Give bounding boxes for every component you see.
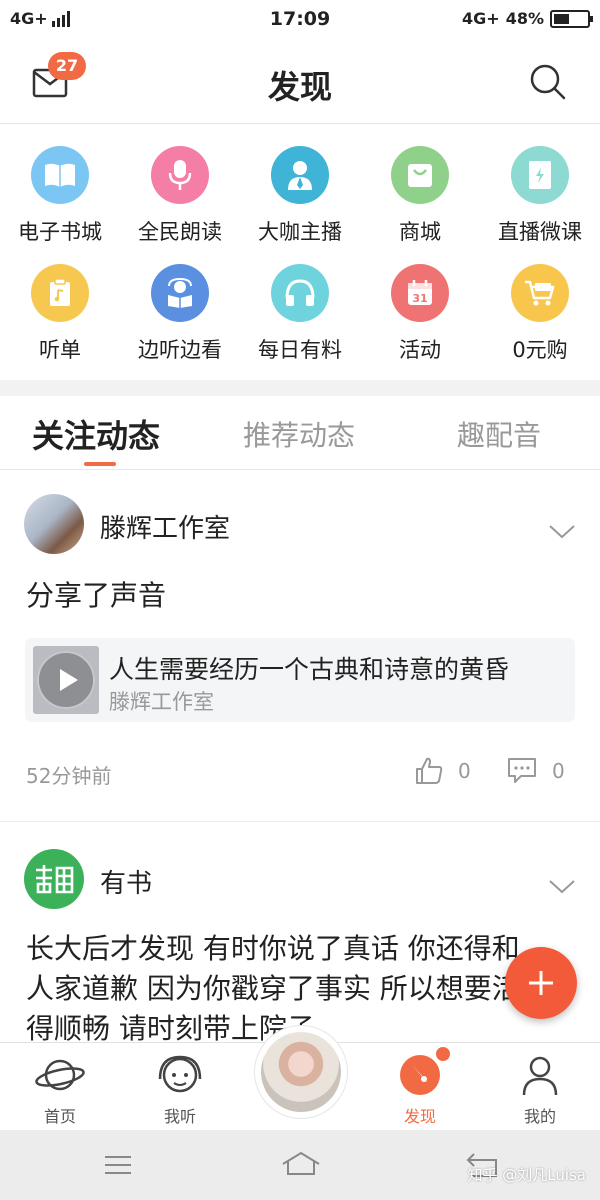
author-name[interactable]: 有书	[100, 863, 152, 900]
post-timestamp: 52分钟前	[26, 764, 112, 788]
watermark: 知乎 @刘凡Luisa	[467, 1166, 586, 1184]
comment-icon	[508, 758, 536, 783]
feature-label: 每日有料	[258, 338, 342, 362]
active-tab-indicator	[84, 462, 116, 466]
user-icon	[522, 1056, 558, 1096]
nav-label: 我听	[163, 1107, 196, 1126]
feature-listen-and-watch[interactable]: 边听边看	[120, 258, 240, 376]
feature-ebook-store[interactable]: 电子书城	[0, 140, 120, 258]
feature-label: 边听边看	[138, 338, 222, 362]
tab-fun-dubbing[interactable]: 趣配音	[457, 414, 541, 454]
youshu-logo[interactable]	[24, 849, 84, 909]
feature-daily-picks[interactable]: 每日有料	[240, 258, 360, 376]
shopping-bag-icon	[391, 146, 449, 204]
network-type-right: 4G+	[462, 9, 500, 28]
listen-face-icon	[158, 1055, 202, 1093]
menu-icon[interactable]	[103, 1154, 133, 1176]
feature-events[interactable]: 31 活动	[360, 258, 480, 376]
live-class-icon	[511, 146, 569, 204]
page-title: 发现	[267, 68, 332, 106]
shared-audio-card[interactable]: 人生需要经历一个古典和诗意的黄昏 滕辉工作室	[25, 638, 575, 722]
nav-profile[interactable]: 我的	[480, 1053, 600, 1127]
author-name[interactable]: 滕辉工作室	[100, 508, 230, 545]
book-icon	[31, 146, 89, 204]
nav-label: 首页	[43, 1107, 76, 1126]
playlist-icon	[31, 264, 89, 322]
section-divider	[0, 380, 600, 396]
free-cart-icon	[511, 264, 569, 322]
feature-playlist[interactable]: 听单	[0, 258, 120, 376]
battery-fill	[554, 13, 569, 24]
youshu-logo-mark	[36, 865, 74, 894]
feature-label: 0元购	[512, 338, 568, 362]
feature-label: 大咖主播	[258, 220, 342, 244]
post-text: 分享了声音	[26, 579, 167, 612]
feed-tabs: 关注动态 推荐动态 趣配音	[0, 396, 600, 470]
post-text-line: 长大后才发现 有时你说了真话 你还得和	[26, 932, 520, 965]
feature-mall[interactable]: 商城	[360, 140, 480, 258]
battery-icon	[550, 9, 593, 28]
svg-text:31: 31	[412, 292, 427, 305]
discover-compass-icon	[400, 1055, 440, 1095]
create-post-button[interactable]	[505, 947, 577, 1019]
audio-author: 滕辉工作室	[109, 690, 214, 714]
thumbs-up-icon	[416, 757, 443, 784]
nav-label: 发现	[403, 1107, 436, 1126]
calendar-icon: 31	[391, 264, 449, 322]
microphone-icon	[151, 146, 209, 204]
discover-notification-dot	[436, 1047, 450, 1061]
comment-button[interactable]: 0	[506, 756, 565, 786]
play-icon[interactable]	[36, 650, 96, 710]
comment-count: 0	[552, 759, 565, 783]
battery-percent: 48%	[505, 9, 544, 28]
nav-label: 我的	[523, 1107, 556, 1126]
tab-following[interactable]: 关注动态	[32, 411, 160, 457]
avatar[interactable]	[24, 494, 84, 554]
feature-label: 电子书城	[18, 220, 102, 244]
post-text-line: 人家道歉 因为你戳穿了事实 所以想要活	[26, 972, 520, 1005]
chevron-down-icon[interactable]	[548, 524, 576, 540]
feature-label: 全民朗读	[138, 220, 222, 244]
feature-star-anchors[interactable]: 大咖主播	[240, 140, 360, 258]
now-playing-cover	[261, 1032, 341, 1112]
status-bar: 4G+ 17:09 4G+ 48%	[0, 0, 600, 40]
feed-post: 滕辉工作室 分享了声音 人生需要经历一个古典和诗意的黄昏 滕辉工作室 52分钟前…	[0, 470, 600, 822]
top-header: 27 发现	[0, 40, 600, 124]
bottom-navigation: 首页 我听 发现 我的	[0, 1025, 600, 1130]
plus-icon	[529, 971, 553, 995]
audio-title: 人生需要经历一个古典和诗意的黄昏	[109, 655, 510, 684]
now-playing-disc-button[interactable]	[254, 1025, 348, 1119]
feature-live-class[interactable]: 直播微课	[480, 140, 600, 258]
reading-person-icon	[151, 264, 209, 322]
headphones-icon	[271, 264, 329, 322]
like-button[interactable]: 0	[414, 756, 471, 786]
system-navigation-bar: 知乎 @刘凡Luisa	[0, 1130, 600, 1200]
chevron-down-icon[interactable]	[548, 879, 576, 895]
tab-recommended[interactable]: 推荐动态	[243, 414, 355, 454]
feature-label: 听单	[39, 338, 81, 362]
planet-icon	[35, 1059, 85, 1091]
feature-grid: 电子书城 全民朗读 大咖主播 商城 直播微课 听单 边听边看 每日有料 31 活…	[0, 140, 600, 380]
feature-label: 商城	[399, 220, 441, 244]
nav-home[interactable]: 首页	[0, 1053, 120, 1127]
like-count: 0	[458, 759, 471, 783]
nav-discover[interactable]: 发现	[360, 1053, 480, 1127]
anchor-person-icon	[271, 146, 329, 204]
network-status-right: 4G+ 48%	[462, 9, 593, 28]
feature-national-reading[interactable]: 全民朗读	[120, 140, 240, 258]
home-icon[interactable]	[281, 1150, 321, 1180]
feature-label: 直播微课	[498, 220, 582, 244]
search-icon	[530, 64, 566, 100]
feed-post: 有书 长大后才发现 有时你说了真话 你还得和 人家道歉 因为你戳穿了事实 所以想…	[0, 823, 600, 1043]
search-button[interactable]	[528, 62, 568, 102]
audio-cover	[33, 646, 99, 714]
nav-my-listening[interactable]: 我听	[120, 1053, 240, 1127]
feature-label: 活动	[399, 338, 441, 362]
feature-free-buy[interactable]: 0元购	[480, 258, 600, 376]
